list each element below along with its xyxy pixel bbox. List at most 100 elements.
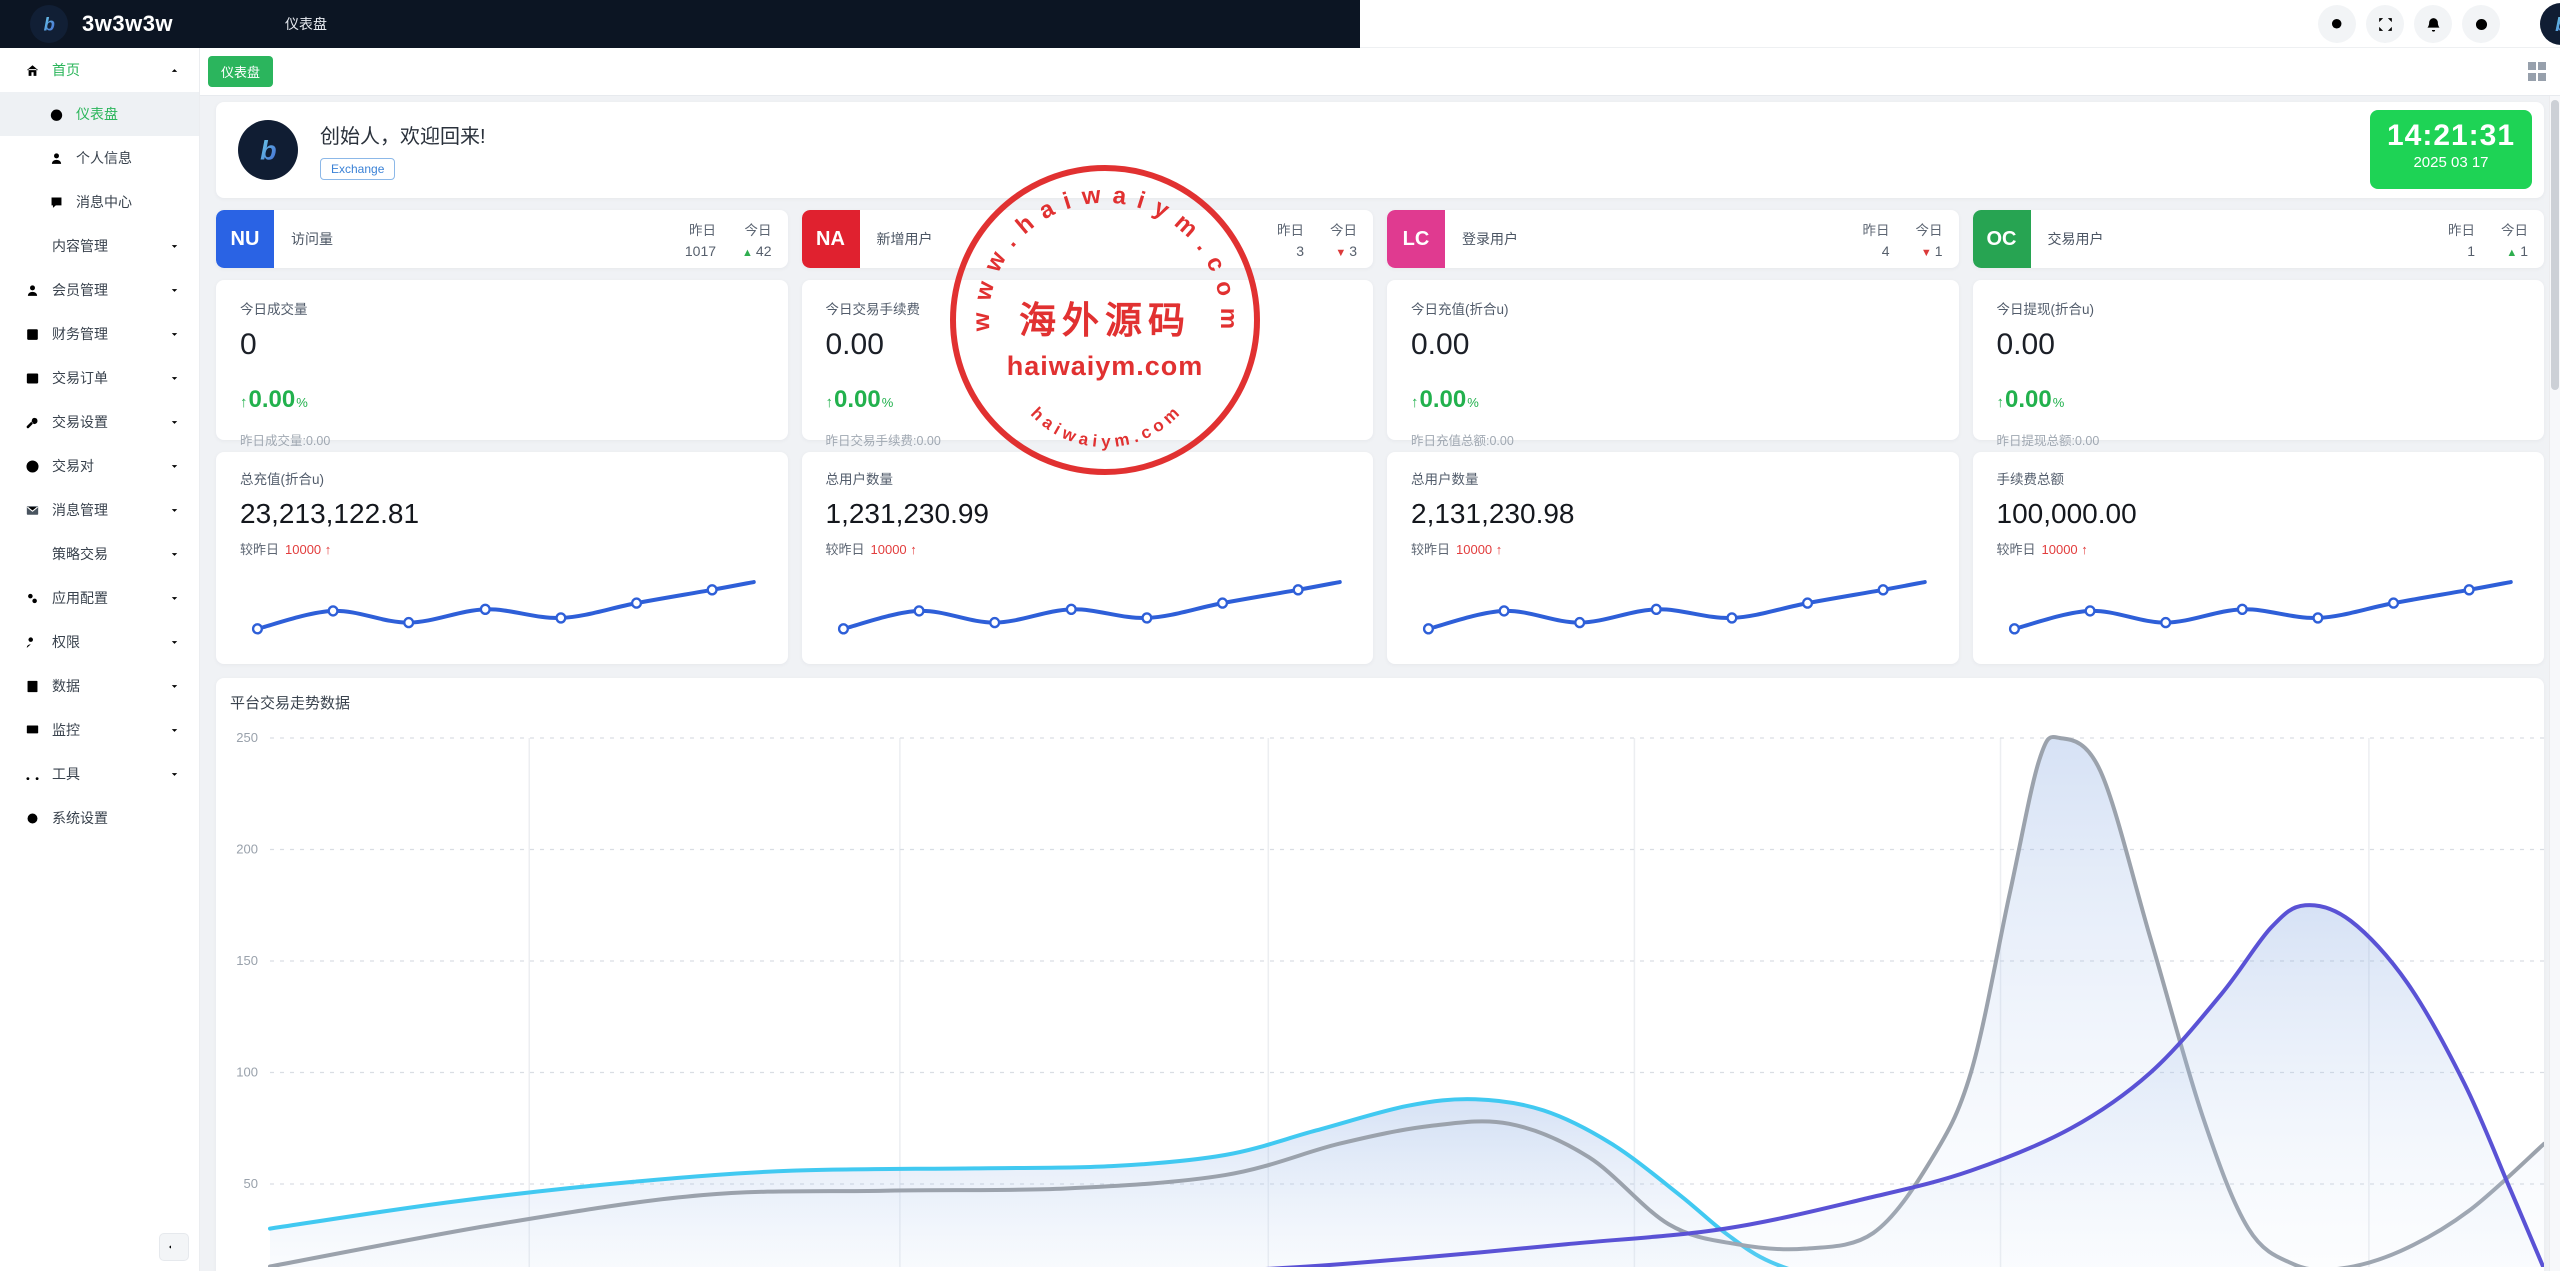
brand-name: 3w3w3w bbox=[82, 11, 173, 37]
top-menu-dashboard[interactable]: 仪表盘 bbox=[285, 14, 327, 34]
scrollbar-thumb[interactable] bbox=[2551, 100, 2559, 390]
sidebar-item-home[interactable]: 首页 bbox=[0, 48, 199, 92]
sidebar-collapse-button[interactable] bbox=[159, 1233, 189, 1261]
svg-text:b: b bbox=[44, 14, 55, 35]
svg-text:200: 200 bbox=[236, 842, 258, 857]
sidebar-item-members[interactable]: 会员管理 bbox=[0, 268, 199, 312]
trend-up-icon: ▲ bbox=[2506, 247, 2517, 259]
user-icon bbox=[24, 282, 41, 299]
fullscreen-icon bbox=[2376, 15, 2395, 34]
up-arrow-icon: ↑ bbox=[826, 394, 834, 411]
menu-lines-icon bbox=[24, 546, 41, 563]
sidebar-item-tools[interactable]: 工具 bbox=[0, 752, 199, 796]
gear-icon bbox=[2472, 15, 2491, 34]
sidebar-item-data[interactable]: 数据 bbox=[0, 664, 199, 708]
total-card-users-1: 总用户数量 1,231,230.99 较昨日10000 ↑ bbox=[802, 452, 1374, 664]
sidebar-item-trading-pairs[interactable]: 交易对 bbox=[0, 444, 199, 488]
kpi-code-badge: LC bbox=[1387, 210, 1445, 268]
total-card-users-2: 总用户数量 2,131,230.98 较昨日10000 ↑ bbox=[1387, 452, 1959, 664]
stat-card-fee: 今日交易手续费 0.00 ↑0.00% 昨日交易手续费:0.00 bbox=[802, 280, 1374, 440]
dashboard-page: b 3w3w3w 仪表盘 b 仪表盘 bbox=[0, 0, 2560, 1271]
kpi-card-new-users: NA 新增用户 昨日 3 今日 ▼3 bbox=[802, 210, 1374, 268]
fullscreen-button[interactable] bbox=[2366, 5, 2404, 43]
sidebar-item-monitoring[interactable]: 监控 bbox=[0, 708, 199, 752]
tab-options-button[interactable] bbox=[2528, 62, 2547, 81]
svg-text:250: 250 bbox=[236, 730, 258, 745]
finance-grid-icon bbox=[24, 326, 41, 343]
total-stats-row: 总充值(折合u) 23,213,122.81 较昨日10000 ↑ 总用户数量 … bbox=[216, 452, 2544, 664]
trend-down-icon: ▼ bbox=[1335, 247, 1346, 259]
logo-b-icon: b bbox=[36, 11, 62, 37]
table-icon bbox=[24, 370, 41, 387]
monitor-icon bbox=[24, 722, 41, 739]
chevron-down-icon bbox=[168, 636, 181, 649]
clock-date: 2025 03 17 bbox=[2370, 154, 2532, 171]
sidebar-item-permissions[interactable]: 权限 bbox=[0, 620, 199, 664]
today-stats-row: 今日成交量 0 ↑0.00% 昨日成交量:0.00 今日交易手续费 0.00 ↑… bbox=[216, 280, 2544, 440]
kpi-card-visits: NU 访问量 昨日 1017 今日 ▲42 bbox=[216, 210, 788, 268]
trend-up-icon: ▲ bbox=[742, 247, 753, 259]
bell-icon bbox=[2424, 15, 2443, 34]
scrollbar-track[interactable] bbox=[2549, 96, 2560, 1271]
home-icon bbox=[24, 62, 41, 79]
total-card-deposit: 总充值(折合u) 23,213,122.81 较昨日10000 ↑ bbox=[216, 452, 788, 664]
sidebar-item-content[interactable]: 内容管理 bbox=[0, 224, 199, 268]
exchange-badge[interactable]: Exchange bbox=[320, 158, 395, 180]
sidebar-item-system-settings[interactable]: 系统设置 bbox=[0, 796, 199, 840]
search-button[interactable] bbox=[2318, 5, 2356, 43]
svg-text:b: b bbox=[2555, 14, 2560, 36]
logo-b-icon: b bbox=[2547, 10, 2560, 38]
sidebar-item-strategy[interactable]: 策略交易 bbox=[0, 532, 199, 576]
total-card-fees: 手续费总额 100,000.00 较昨日10000 ↑ bbox=[1973, 452, 2545, 664]
tab-dashboard[interactable]: 仪表盘 bbox=[208, 56, 273, 87]
user-icon bbox=[48, 150, 65, 167]
scissors-icon bbox=[24, 766, 41, 783]
logo-b-icon: b bbox=[249, 131, 287, 169]
welcome-avatar: b bbox=[238, 120, 298, 180]
kpi-code-badge: OC bbox=[1973, 210, 2031, 268]
chat-icon bbox=[48, 194, 65, 211]
chevron-down-icon bbox=[168, 724, 181, 737]
list-icon bbox=[24, 238, 41, 255]
chevron-down-icon bbox=[168, 592, 181, 605]
header-actions: b bbox=[2318, 0, 2552, 48]
sidebar-item-finance[interactable]: 财务管理 bbox=[0, 312, 199, 356]
copyright-icon bbox=[24, 458, 41, 475]
user-edit-icon bbox=[24, 634, 41, 651]
settings-button[interactable] bbox=[2462, 5, 2500, 43]
chevron-down-icon bbox=[168, 372, 181, 385]
main-content: b 创始人，欢迎回来! Exchange 14:21:31 2025 03 17… bbox=[200, 96, 2560, 1271]
stat-card-withdraw: 今日提现(折合u) 0.00 ↑0.00% 昨日提现总额:0.00 bbox=[1973, 280, 2545, 440]
gauge-icon bbox=[48, 106, 65, 123]
svg-text:50: 50 bbox=[244, 1176, 258, 1191]
chevron-up-icon bbox=[168, 64, 181, 77]
sidebar-item-profile[interactable]: 个人信息 bbox=[0, 136, 199, 180]
kpi-card-login-users: LC 登录用户 昨日 4 今日 ▼1 bbox=[1387, 210, 1959, 268]
up-arrow-icon: ↑ bbox=[2081, 542, 2088, 557]
sidebar-item-trade-settings[interactable]: 交易设置 bbox=[0, 400, 199, 444]
chevron-down-icon bbox=[168, 460, 181, 473]
sidebar-item-app-config[interactable]: 应用配置 bbox=[0, 576, 199, 620]
sidebar-item-dashboard[interactable]: 仪表盘 bbox=[0, 92, 199, 136]
notifications-button[interactable] bbox=[2414, 5, 2452, 43]
chevron-down-icon bbox=[168, 240, 181, 253]
svg-text:100: 100 bbox=[236, 1065, 258, 1080]
welcome-card: b 创始人，欢迎回来! Exchange 14:21:31 2025 03 17 bbox=[216, 102, 2544, 198]
user-avatar[interactable]: b bbox=[2510, 3, 2552, 45]
wrench-icon bbox=[24, 414, 41, 431]
sparkline-chart bbox=[826, 560, 1350, 656]
kpi-card-trade-users: OC 交易用户 昨日 1 今日 ▲1 bbox=[1973, 210, 2545, 268]
stat-card-deposit: 今日充值(折合u) 0.00 ↑0.00% 昨日充值总额:0.00 bbox=[1387, 280, 1959, 440]
up-arrow-icon: ↑ bbox=[1496, 542, 1503, 557]
sidebar-item-message-center[interactable]: 消息中心 bbox=[0, 180, 199, 224]
sidebar-item-trade-orders[interactable]: 交易订单 bbox=[0, 356, 199, 400]
clock-card: 14:21:31 2025 03 17 bbox=[2370, 110, 2532, 189]
sparkline-chart bbox=[1411, 560, 1935, 656]
search-icon bbox=[2328, 15, 2347, 34]
avatar-logo: b bbox=[2540, 3, 2560, 45]
tabs-bar: 仪表盘 bbox=[200, 48, 2560, 96]
sidebar-item-message-mgmt[interactable]: 消息管理 bbox=[0, 488, 199, 532]
grid-icon bbox=[2528, 62, 2536, 70]
up-arrow-icon: ↑ bbox=[325, 542, 332, 557]
chain-icon bbox=[24, 590, 41, 607]
